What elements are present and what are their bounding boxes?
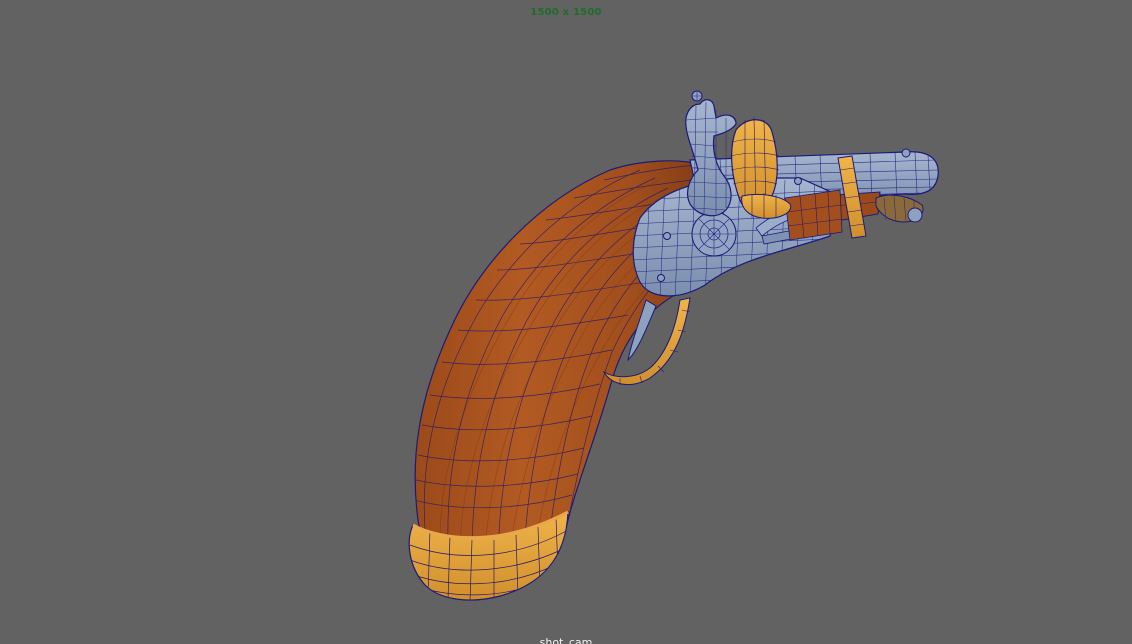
pistol-model[interactable] — [0, 0, 1132, 644]
hammer[interactable] — [685, 90, 737, 217]
lock-wood-inlay — [784, 189, 843, 241]
camera-name-label: shot_cam — [539, 636, 593, 644]
maya-viewport[interactable]: 1500 x 1500 shot_cam — [0, 0, 1132, 644]
